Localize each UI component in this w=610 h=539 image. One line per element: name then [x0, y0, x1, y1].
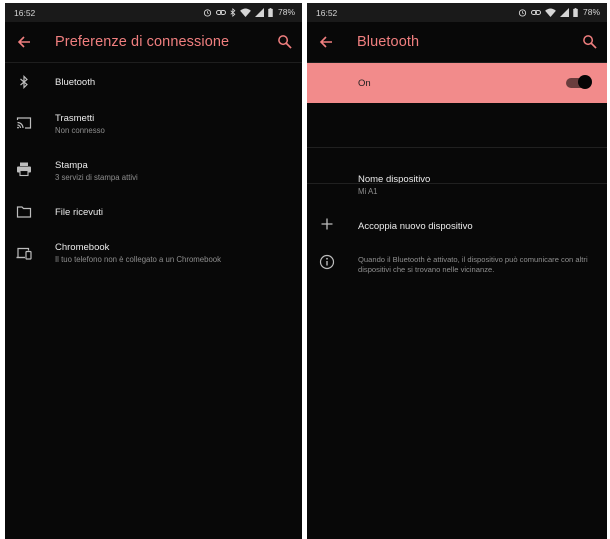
- divider: [307, 147, 607, 148]
- toolbar: Bluetooth: [307, 22, 607, 63]
- page-title: Bluetooth: [357, 34, 420, 50]
- bluetooth-master-switch-row[interactable]: On: [307, 63, 607, 103]
- alarm-icon: [203, 8, 212, 17]
- toolbar: Preferenze di connessione: [5, 22, 302, 63]
- add-icon: [321, 218, 333, 230]
- battery-icon: [573, 7, 578, 17]
- battery-level: 78%: [582, 7, 600, 17]
- status-bar: 16:52 78%: [5, 3, 302, 22]
- toggle-thumb: [578, 75, 592, 89]
- item-summary: Non connesso: [55, 126, 105, 135]
- item-label: Accoppia nuovo dispositivo: [358, 221, 473, 232]
- battery-icon: [268, 7, 273, 17]
- print-icon: [17, 162, 31, 177]
- back-arrow-icon[interactable]: [318, 34, 334, 50]
- item-label: Chromebook: [55, 242, 110, 253]
- divider: [307, 183, 607, 184]
- bluetooth-icon: [20, 75, 28, 89]
- status-time: 16:52: [316, 8, 338, 18]
- status-time: 16:52: [14, 8, 36, 18]
- item-label: Stampa: [55, 160, 88, 171]
- bluetooth-status-icon: [230, 7, 236, 17]
- item-label: Trasmetti: [55, 113, 95, 124]
- page-title: Preferenze di connessione: [55, 34, 230, 50]
- folder-icon: [16, 206, 32, 218]
- bluetooth-screen: 16:52 78% Bluetooth On Nome dispositivo …: [307, 3, 607, 539]
- status-bar: 16:52 78%: [307, 3, 607, 22]
- item-summary: Il tuo telefono non è collegato a un Chr…: [55, 255, 222, 264]
- signal-icon: [559, 7, 569, 17]
- search-icon[interactable]: [582, 34, 597, 49]
- info-text: Quando il Bluetooth è attivato, il dispo…: [358, 255, 588, 274]
- wifi-icon: [545, 7, 556, 17]
- signal-icon: [254, 7, 264, 17]
- item-label: File ricevuti: [55, 207, 104, 218]
- back-arrow-icon[interactable]: [16, 34, 32, 50]
- cast-icon: [16, 117, 32, 129]
- alarm-icon: [518, 8, 527, 17]
- info-icon: [319, 254, 335, 270]
- item-label: Bluetooth: [55, 77, 96, 88]
- connection-preferences-screen: 16:52 78% Preferenze di connessione Blue…: [5, 3, 302, 539]
- wifi-icon: [240, 7, 251, 17]
- chromebook-icon: [16, 247, 32, 260]
- link-icon: [215, 9, 226, 15]
- item-summary: 3 servizi di stampa attivi: [55, 173, 138, 182]
- search-icon[interactable]: [277, 34, 292, 49]
- switch-label: On: [358, 78, 371, 89]
- bluetooth-toggle[interactable]: [566, 75, 592, 91]
- device-name-value: Mi A1: [358, 187, 378, 196]
- link-icon: [530, 9, 541, 15]
- battery-level: 78%: [277, 7, 295, 17]
